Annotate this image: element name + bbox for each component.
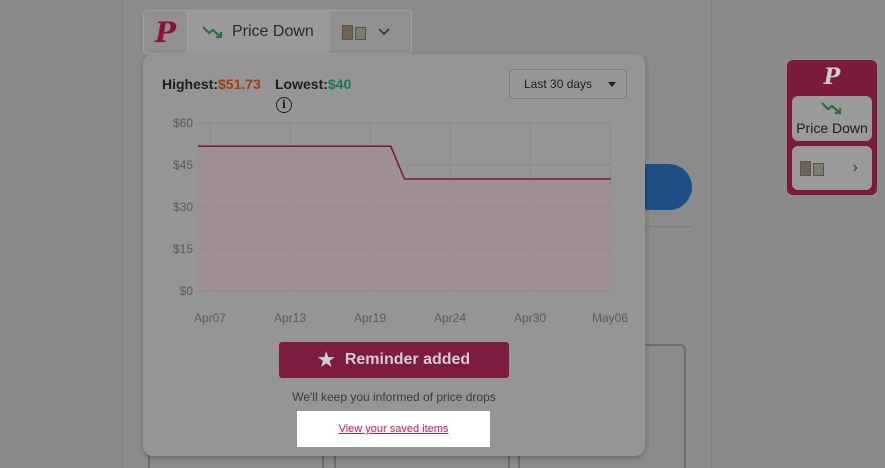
product-thumbnail-icon: [342, 24, 366, 40]
price-down-arrow-icon: [202, 26, 223, 39]
price-down-arrow-icon: [821, 102, 842, 115]
keep-informed-text: We'll keep you informed of price drops: [292, 390, 496, 404]
y-tick-label: $0: [180, 284, 194, 298]
price-status-label: Price Down: [232, 23, 314, 40]
x-tick-label: Apr07: [194, 311, 226, 325]
side-price-status-label: Price Down: [796, 120, 868, 136]
side-product-button[interactable]: ›: [792, 146, 872, 190]
extension-bar: P Price Down: [143, 10, 412, 54]
side-widget[interactable]: P Price Down ›: [787, 60, 877, 195]
product-thumbnail-icon: [800, 160, 824, 176]
star-icon: ★: [317, 349, 335, 371]
price-chart: $60 $45 $30 $15 $0Apr07 Apr13 Apr19 Apr24 Apr30 M…: [173, 116, 628, 325]
price-history-popup: Highest:$51.73 Lowest:$40 i Last 30 days…: [143, 54, 645, 456]
side-price-status[interactable]: Price Down: [792, 96, 872, 141]
extension-logo[interactable]: P: [144, 11, 188, 53]
y-tick-label: $45: [173, 158, 193, 172]
logo-letter: P: [154, 15, 177, 49]
side-logo: P: [823, 64, 841, 90]
x-tick-label: Apr19: [354, 311, 386, 325]
price-status[interactable]: Price Down: [188, 11, 330, 53]
x-tick-label: Apr13: [274, 311, 306, 325]
x-tick-label: Apr24: [434, 311, 466, 325]
product-dropdown[interactable]: [330, 11, 390, 53]
saved-link-highlight: View your saved items: [297, 411, 490, 447]
y-tick-label: $30: [173, 200, 193, 214]
reminder-label: Reminder added: [344, 351, 471, 368]
y-tick-label: $15: [173, 242, 193, 256]
view-saved-items-link[interactable]: View your saved items: [339, 423, 449, 435]
x-tick-label: Apr30: [514, 311, 546, 325]
chevron-down-icon: [378, 28, 390, 36]
chevron-right-icon: ›: [852, 159, 858, 176]
x-tick-label: May06: [592, 311, 628, 325]
reminder-button[interactable]: ★ Reminder added: [279, 342, 509, 378]
series-area: [198, 146, 611, 291]
y-tick-label: $60: [173, 116, 193, 130]
